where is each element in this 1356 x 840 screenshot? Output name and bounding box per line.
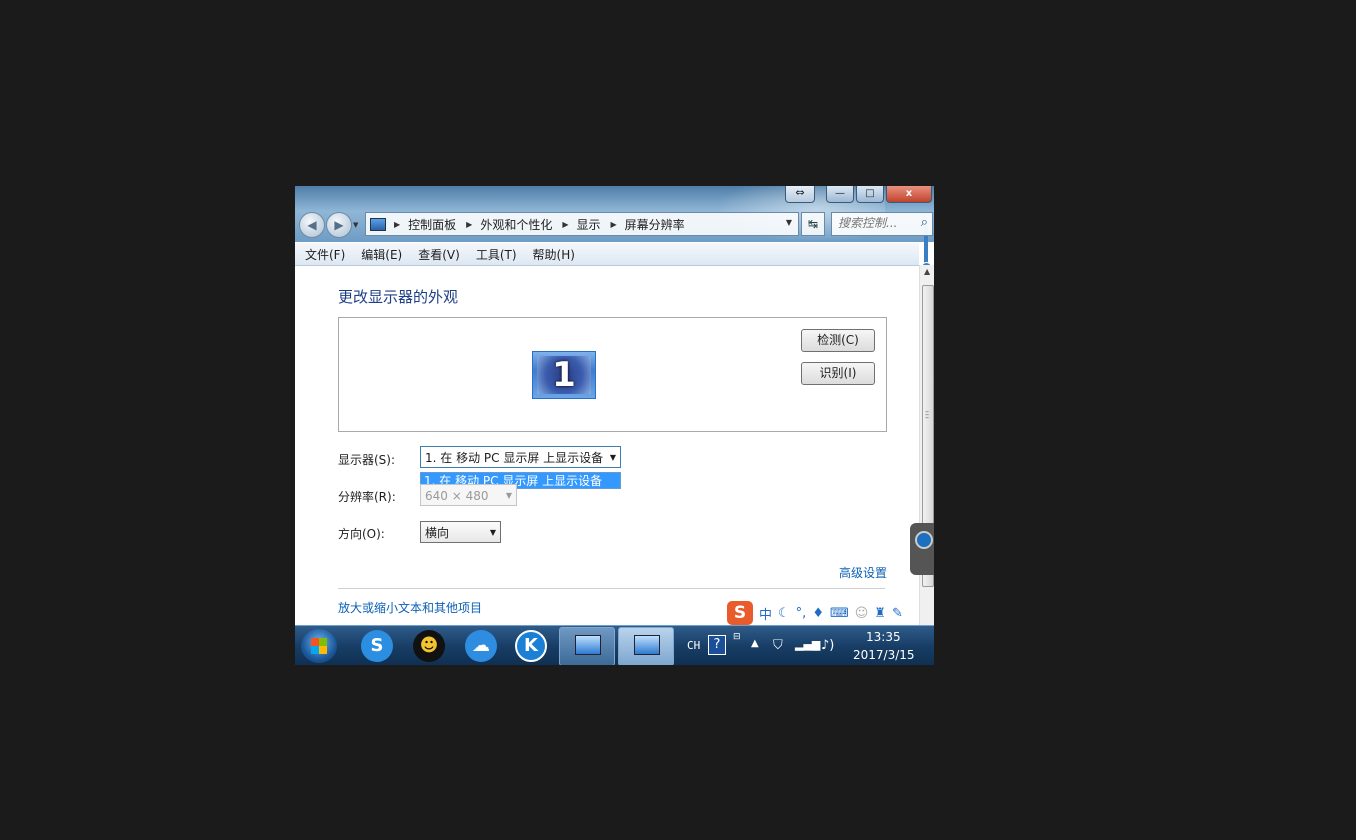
show-hidden-icons[interactable]: ▲ bbox=[751, 638, 759, 665]
menu-file[interactable]: 文件(F) bbox=[305, 246, 345, 263]
back-button[interactable]: ◀ bbox=[299, 212, 325, 238]
ime-switch-icon[interactable]: ⊟ bbox=[733, 632, 741, 665]
close-button[interactable]: x bbox=[886, 186, 932, 203]
divider bbox=[338, 588, 885, 589]
orientation-label: 方向(O): bbox=[338, 527, 385, 541]
k-app-icon[interactable]: K bbox=[515, 630, 547, 662]
maximize-button[interactable]: □ bbox=[856, 186, 884, 203]
resolution-select[interactable]: 640 × 480 ▼ bbox=[420, 484, 517, 506]
remote-screen: ⇔ — □ x ◀ ▶ ▼ ▶ 控制面板 ▶ 外观和个性化 ▶ 显示 ▶ 屏幕分… bbox=[295, 186, 934, 665]
user-icon[interactable]: ☺ bbox=[855, 606, 869, 621]
help-icon[interactable]: ? bbox=[708, 635, 726, 655]
scrollbar-grip-icon: – – – bbox=[925, 407, 929, 422]
monitor-number: 1 bbox=[552, 355, 576, 395]
volume-icon[interactable]: ♪) bbox=[821, 638, 834, 665]
detect-button[interactable]: 检测(C) bbox=[801, 329, 875, 352]
clock-date[interactable]: 2017/3/15 bbox=[853, 648, 915, 665]
chevron-right-icon[interactable]: ▶ bbox=[611, 220, 617, 229]
shirt-icon[interactable]: ♜ bbox=[874, 606, 886, 621]
caption-buttons: — □ x bbox=[826, 186, 932, 204]
breadcrumb-display[interactable]: 显示 bbox=[577, 216, 601, 233]
refresh-icon: ↹ bbox=[807, 217, 819, 231]
control-panel-icon bbox=[370, 217, 386, 231]
language-indicator[interactable]: CH bbox=[687, 639, 700, 665]
advanced-settings-link[interactable]: 高级设置 bbox=[839, 564, 887, 581]
sogou-browser-icon[interactable]: S bbox=[361, 630, 393, 662]
taskbar-screen-resolution[interactable] bbox=[618, 627, 674, 665]
cloud-app-icon[interactable]: ☁ bbox=[465, 630, 497, 662]
page-title: 更改显示器的外观 bbox=[338, 288, 459, 306]
monitor-1-tile[interactable]: 1 bbox=[532, 351, 596, 399]
monitor-arrangement-box: 1 检测(C) 识别(I) bbox=[338, 317, 887, 432]
teamviewer-icon bbox=[915, 531, 933, 549]
search-box[interactable]: ⌕ bbox=[831, 212, 933, 236]
chevron-right-icon[interactable]: ▶ bbox=[394, 220, 400, 229]
network-icon[interactable]: ▂▄▆ bbox=[795, 638, 820, 665]
start-button[interactable] bbox=[301, 629, 337, 663]
chevron-down-icon: ▼ bbox=[489, 528, 496, 537]
text-size-link[interactable]: 放大或缩小文本和其他项目 bbox=[338, 599, 482, 616]
keyboard-icon[interactable]: ⌨ bbox=[830, 606, 849, 621]
breadcrumb-appearance[interactable]: 外观和个性化 bbox=[480, 216, 552, 233]
restore-size-button[interactable]: ⇔ bbox=[785, 186, 815, 203]
security-shield-icon[interactable]: ⛉ bbox=[773, 638, 783, 665]
orientation-select[interactable]: 横向 ▼ bbox=[420, 521, 501, 543]
display-select[interactable]: 1. 在 移动 PC 显示屏 上显示设备 ▼ bbox=[420, 446, 621, 468]
chevron-down-icon: ▼ bbox=[505, 491, 512, 500]
recent-pages-dropdown[interactable]: ▼ bbox=[353, 221, 358, 229]
resolution-label: 分辨率(R): bbox=[338, 490, 396, 504]
display-label: 显示器(S): bbox=[338, 453, 396, 467]
menu-bar: 文件(F) 编辑(E) 查看(V) 工具(T) 帮助(H) bbox=[295, 243, 919, 266]
minimize-button[interactable]: — bbox=[826, 186, 854, 203]
menu-edit[interactable]: 编辑(E) bbox=[361, 246, 402, 263]
moon-icon[interactable]: ☾ bbox=[778, 606, 790, 621]
address-bar[interactable]: ▶ 控制面板 ▶ 外观和个性化 ▶ 显示 ▶ 屏幕分辨率 ▼ bbox=[365, 212, 799, 236]
resolution-select-value: 640 × 480 bbox=[425, 489, 489, 503]
ime-toolbar: S 中 ☾ °, ♦ ⌨ ☺ ♜ ✎ bbox=[727, 600, 934, 626]
ime-mode-toggle[interactable]: 中 bbox=[759, 604, 772, 623]
search-icon[interactable]: ⌕ bbox=[921, 215, 928, 230]
refresh-button[interactable]: ↹ bbox=[801, 212, 825, 236]
taskbar-remote-desktop[interactable] bbox=[559, 627, 615, 665]
forward-arrow-icon: ▶ bbox=[334, 218, 344, 232]
address-dropdown-icon[interactable]: ▼ bbox=[786, 218, 792, 227]
chevron-right-icon[interactable]: ▶ bbox=[466, 220, 472, 229]
qq-icon[interactable]: ☻ bbox=[413, 630, 445, 662]
taskbar: S ☻ ☁ K CH ? ⊟ ▲ ⛉ ▂▄▆ ♪) 13:35 2017/3/1… bbox=[295, 625, 934, 665]
breadcrumb-screen-resolution[interactable]: 屏幕分辨率 bbox=[625, 216, 685, 233]
teamviewer-side-tab[interactable] bbox=[910, 523, 934, 575]
chevron-down-icon: ▼ bbox=[609, 453, 616, 462]
breadcrumb-control-panel[interactable]: 控制面板 bbox=[408, 216, 456, 233]
identify-button[interactable]: 识别(I) bbox=[801, 362, 875, 385]
forward-button[interactable]: ▶ bbox=[326, 212, 352, 238]
punctuation-icon[interactable]: °, bbox=[796, 606, 807, 621]
back-arrow-icon: ◀ bbox=[307, 218, 317, 232]
windows-logo-lower-icon bbox=[311, 646, 327, 654]
menu-help[interactable]: 帮助(H) bbox=[533, 246, 575, 263]
wrench-icon[interactable]: ✎ bbox=[892, 606, 903, 621]
sogou-logo-icon[interactable]: S bbox=[727, 601, 753, 625]
display-settings-icon bbox=[634, 635, 660, 655]
menu-view[interactable]: 查看(V) bbox=[418, 246, 460, 263]
orientation-select-value: 横向 bbox=[425, 526, 450, 540]
remote-desktop-icon bbox=[575, 635, 601, 655]
microphone-icon[interactable]: ♦ bbox=[812, 606, 824, 621]
search-input[interactable] bbox=[832, 213, 916, 233]
chevron-right-icon[interactable]: ▶ bbox=[562, 220, 568, 229]
menu-tools[interactable]: 工具(T) bbox=[476, 246, 517, 263]
scroll-up-icon[interactable]: ▲ bbox=[924, 267, 930, 276]
display-select-value: 1. 在 移动 PC 显示屏 上显示设备 bbox=[425, 451, 604, 465]
